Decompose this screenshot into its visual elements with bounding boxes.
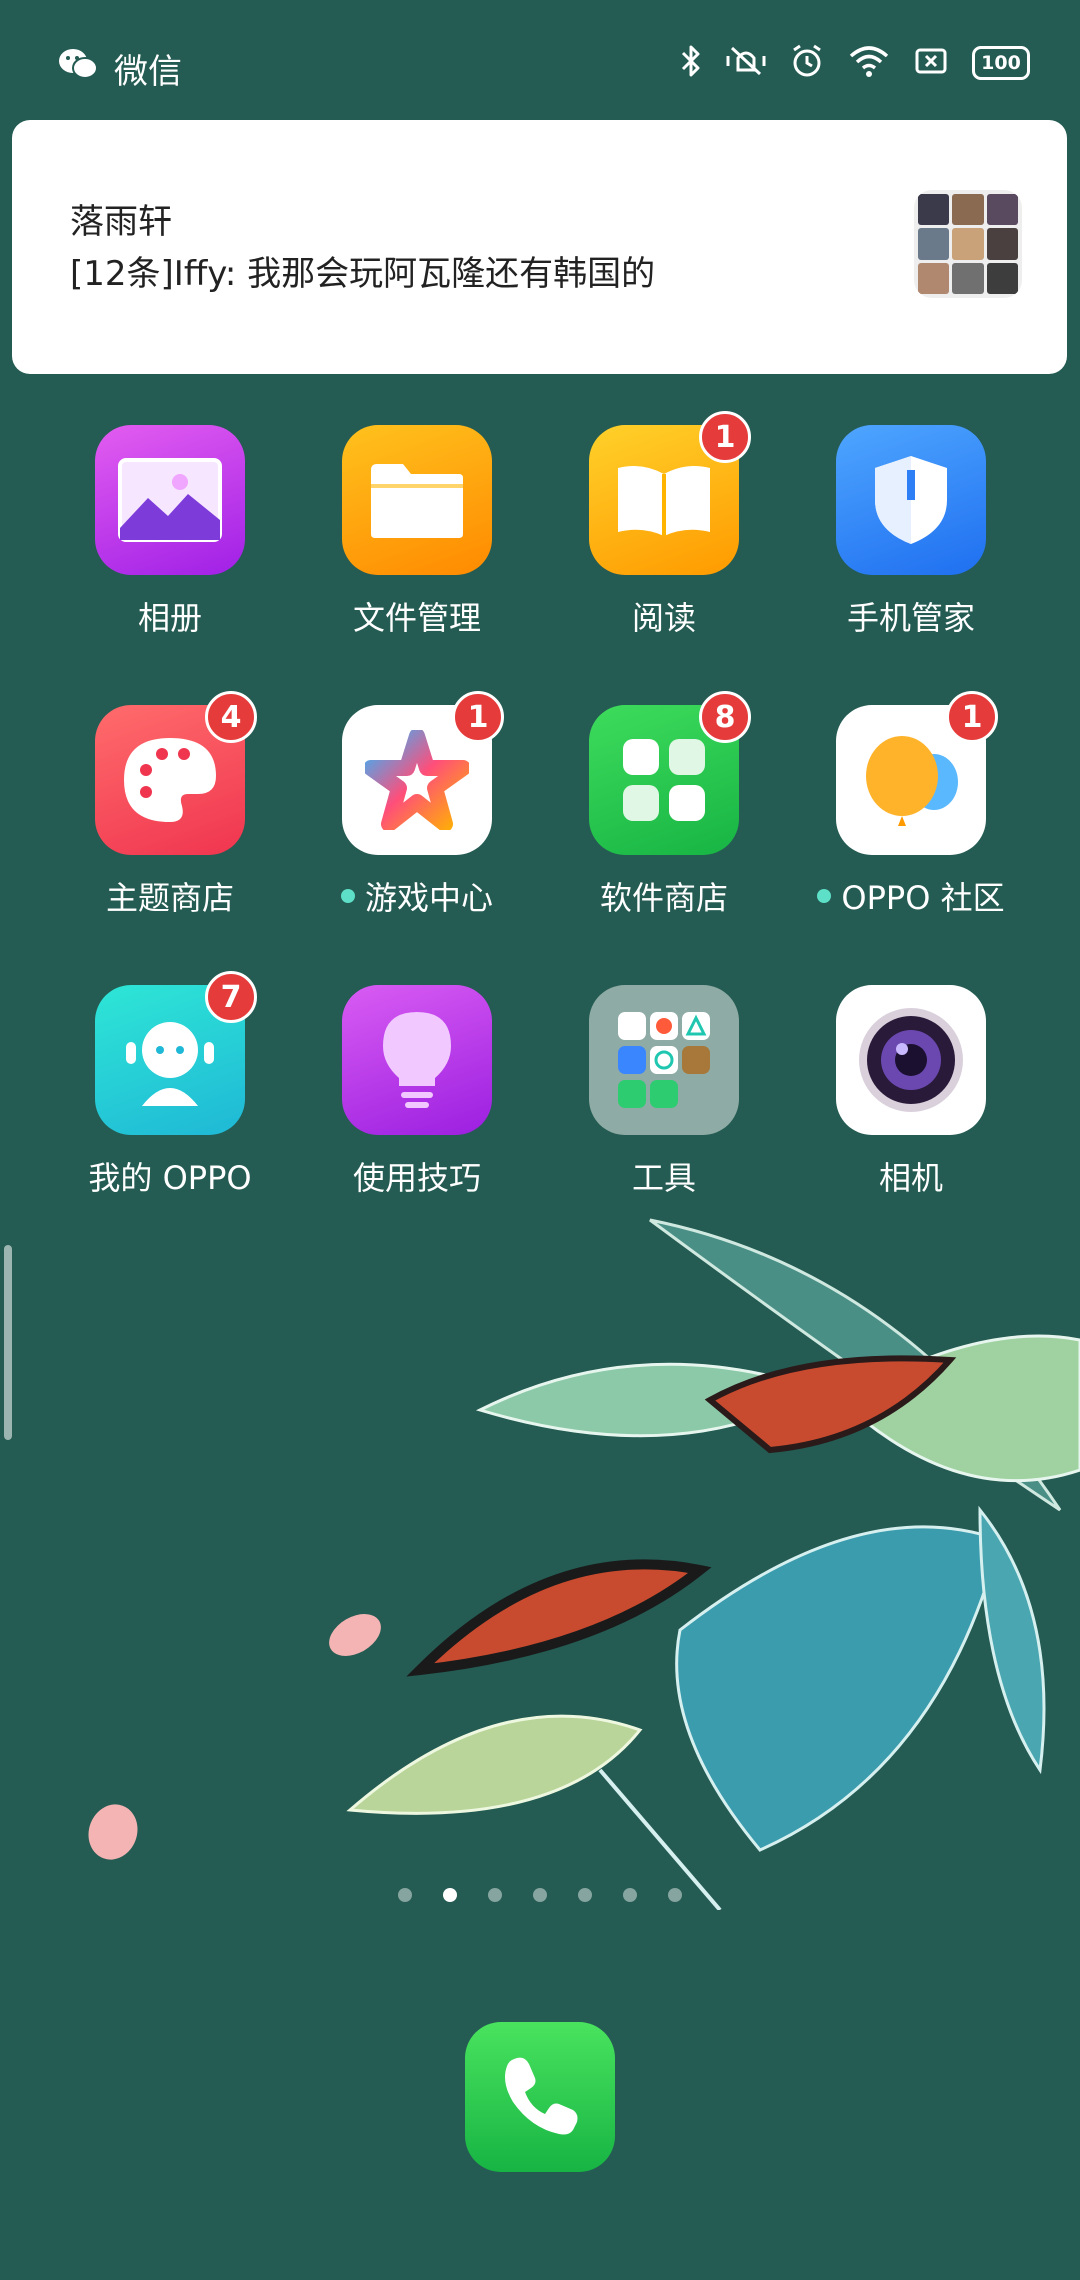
page-indicator[interactable] bbox=[398, 1888, 682, 1902]
folder-tools-icon bbox=[589, 985, 739, 1135]
app-folder-tools[interactable]: 工具 bbox=[554, 985, 774, 1199]
app-store-icon: 8 bbox=[589, 691, 751, 855]
alarm-icon bbox=[790, 44, 824, 82]
notification-title: 落雨轩 bbox=[70, 202, 172, 242]
app-oppo-community[interactable]: 1 OPPO 社区 bbox=[801, 691, 1021, 919]
notification-badge: 1 bbox=[452, 691, 504, 743]
notification-app-name: 微信 bbox=[114, 52, 182, 92]
app-label: 工具 bbox=[631, 1159, 696, 1197]
mute-icon bbox=[726, 44, 766, 82]
app-gallery[interactable]: 相册 bbox=[60, 425, 280, 639]
new-dot bbox=[817, 889, 832, 903]
app-phone-manager[interactable]: 手机管家 bbox=[801, 425, 1021, 639]
wifi-icon bbox=[848, 44, 890, 82]
app-phone-dialer[interactable] bbox=[465, 2022, 615, 2172]
camera-icon bbox=[836, 985, 986, 1135]
new-dot bbox=[340, 889, 355, 903]
notification-badge: 4 bbox=[205, 691, 257, 743]
lightbulb-icon bbox=[342, 985, 492, 1135]
status-bar: 微信 100 bbox=[0, 0, 1080, 130]
page-dot-active[interactable] bbox=[443, 1888, 457, 1902]
page-dot[interactable] bbox=[533, 1888, 547, 1902]
page-dot[interactable] bbox=[488, 1888, 502, 1902]
app-my-oppo[interactable]: 7 我的 OPPO bbox=[60, 971, 280, 1199]
wallpaper-illustration bbox=[88, 1218, 1080, 1910]
notification-badge: 1 bbox=[699, 411, 751, 463]
phone-icon bbox=[495, 2050, 585, 2144]
balloon-icon: 1 bbox=[836, 691, 998, 855]
notification-badge: 8 bbox=[699, 691, 751, 743]
app-label: 文件管理 bbox=[352, 599, 481, 637]
app-reading[interactable]: 1 阅读 bbox=[554, 411, 774, 639]
app-label: 阅读 bbox=[631, 599, 696, 637]
folder-icon bbox=[342, 425, 492, 575]
notification-message: [12条]Iffy: 我那会玩阿瓦隆还有韩国的 bbox=[70, 254, 656, 294]
page-dot[interactable] bbox=[668, 1888, 682, 1902]
app-camera[interactable]: 相机 bbox=[801, 985, 1021, 1199]
notification-badge: 7 bbox=[205, 971, 257, 1023]
app-label: 游戏中心 bbox=[364, 879, 493, 917]
gallery-icon bbox=[95, 425, 245, 575]
app-label: 主题商店 bbox=[105, 879, 234, 917]
app-file-manager[interactable]: 文件管理 bbox=[307, 425, 527, 639]
star-icon: 1 bbox=[342, 691, 504, 855]
shield-icon bbox=[836, 425, 986, 575]
app-tips[interactable]: 使用技巧 bbox=[307, 985, 527, 1199]
app-software-store[interactable]: 8 软件商店 bbox=[554, 691, 774, 919]
group-avatar bbox=[914, 190, 1022, 298]
book-icon: 1 bbox=[589, 411, 751, 575]
app-theme-store[interactable]: 4 主题商店 bbox=[60, 691, 280, 919]
robot-icon: 7 bbox=[95, 971, 257, 1135]
app-label: 相机 bbox=[878, 1159, 943, 1197]
palette-icon: 4 bbox=[95, 691, 257, 855]
app-label: 手机管家 bbox=[846, 599, 975, 637]
wechat-icon bbox=[58, 47, 98, 90]
app-game-center[interactable]: 1 游戏中心 bbox=[307, 691, 527, 919]
app-label: OPPO 社区 bbox=[841, 879, 1005, 917]
page-dot[interactable] bbox=[398, 1888, 412, 1902]
app-label: 软件商店 bbox=[599, 879, 728, 917]
bluetooth-icon bbox=[680, 44, 702, 82]
page-dot[interactable] bbox=[578, 1888, 592, 1902]
app-label: 我的 OPPO bbox=[88, 1159, 252, 1197]
notification-badge: 1 bbox=[946, 691, 998, 743]
no-sim-icon bbox=[914, 46, 948, 80]
app-label: 使用技巧 bbox=[352, 1159, 481, 1197]
wechat-notification[interactable]: 落雨轩 [12条]Iffy: 我那会玩阿瓦隆还有韩国的 bbox=[12, 120, 1067, 374]
page-dot[interactable] bbox=[623, 1888, 637, 1902]
battery-icon: 100 bbox=[972, 46, 1030, 80]
app-label: 相册 bbox=[137, 599, 202, 637]
